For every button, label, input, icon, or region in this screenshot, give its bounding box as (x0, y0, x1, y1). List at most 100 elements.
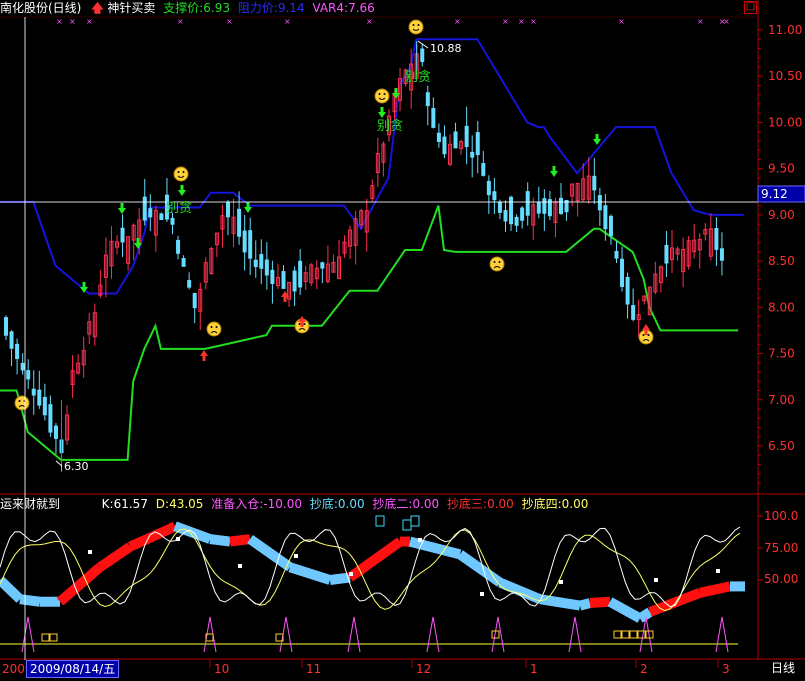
stock-title[interactable]: 南化股份(日线) (0, 1, 81, 15)
x-month-11: 11 (306, 662, 321, 676)
bottom3-value: 0.00 (487, 497, 514, 511)
candle-body (281, 271, 286, 289)
eye (378, 93, 381, 95)
osc-ribbon-blue (637, 607, 653, 623)
ready-value: -10.00 (263, 497, 302, 511)
candle-body (486, 180, 491, 196)
support-value: 6.93 (203, 1, 230, 15)
candle-body (170, 217, 175, 225)
k-label: K: (101, 497, 114, 511)
spike-mark (715, 616, 729, 653)
top-signal-mark: × (697, 17, 704, 26)
candle-body (176, 239, 181, 254)
down-arrow-icon (593, 134, 601, 145)
candle-body (603, 205, 608, 230)
candle-body (453, 131, 458, 149)
d-label: D: (155, 497, 170, 511)
frown-icon (206, 321, 222, 337)
signal-word-1: 别贪 (166, 201, 192, 216)
spike-mark (21, 616, 35, 653)
spike-mark (426, 616, 440, 653)
candle-body (464, 125, 469, 147)
sub-title[interactable]: 运来财就到 (0, 497, 60, 511)
smile-icon (374, 88, 390, 104)
k-marker (480, 592, 484, 596)
osc-ribbon-blue (539, 594, 581, 611)
candle-body (120, 227, 125, 243)
candle-body (614, 250, 619, 259)
up-arrow-icon: 🡅 (91, 1, 104, 15)
top-box (410, 515, 420, 527)
period-button[interactable]: 日线 (763, 660, 803, 676)
down-arrow-icon (178, 185, 186, 196)
main-header: 南化股份(日线) 🡅 神针买卖 支撑价:6.93 阻力价:9.14 VAR4:7… (0, 1, 375, 15)
candle-body (514, 216, 519, 226)
candle-body (475, 132, 480, 156)
price-tick-label: 6.50 (768, 439, 795, 453)
top-signal-mark: × (618, 17, 625, 26)
candle-body (48, 404, 53, 433)
candle-body (15, 343, 20, 359)
x-month-2: 2 (640, 662, 648, 676)
eye (18, 400, 21, 402)
top-signal-mark: × (56, 17, 63, 26)
osc-ribbon-red (347, 537, 403, 582)
candle-body (470, 151, 475, 158)
candle-body (436, 132, 441, 142)
candle-body (320, 262, 325, 269)
candle-body (237, 208, 242, 237)
smile-icon (408, 19, 424, 35)
chart-canvas[interactable]: 11.0010.5010.009.509.008.508.007.507.006… (0, 0, 805, 678)
bottom4-label: 抄底四: (521, 497, 562, 511)
candle-body (481, 163, 486, 176)
bottom4-value: 0.00 (561, 497, 589, 511)
candle-body (31, 388, 36, 396)
candle-body (192, 292, 197, 309)
osc-ribbon-blue (607, 597, 643, 623)
sub-tick-100: 100.0 (764, 509, 798, 523)
close-icon[interactable]: □ (744, 1, 757, 14)
var4-value: 7.66 (348, 1, 375, 15)
candle-body (714, 228, 719, 250)
frown-icon (14, 395, 30, 411)
top-box (402, 519, 412, 531)
eye (498, 261, 501, 263)
eye (417, 24, 420, 26)
bottom-box (613, 630, 622, 639)
osc-ribbon-blue (0, 576, 24, 603)
candle-body (664, 244, 669, 264)
candle-body (597, 195, 602, 211)
candle-body (9, 331, 14, 349)
oscillator-axis (758, 515, 763, 581)
candle-body (181, 258, 186, 267)
sub-header: 运来财就到 K:61.57 D:43.05 准备入仓:-10.00 抄底:0.0… (0, 497, 588, 511)
k-marker (88, 550, 92, 554)
osc-ribbon-blue (408, 536, 462, 560)
candle-body (142, 196, 147, 221)
bottom2-value: 0.00 (412, 497, 440, 511)
resist-label: 阻力价: (237, 1, 278, 15)
bottom2-label: 抄底二: (372, 497, 413, 511)
indicator-name[interactable]: 神针买卖 (107, 1, 155, 15)
osc-ribbon-blue (578, 598, 592, 611)
candle-body (20, 362, 25, 371)
price-tick-label: 7.50 (768, 347, 795, 361)
osc-ribbon-blue (329, 572, 351, 585)
top-box (375, 515, 385, 527)
candle-body (298, 260, 303, 288)
price-tick-label: 10.00 (768, 115, 802, 129)
x-month-10: 10 (214, 662, 229, 676)
bottom-box (621, 630, 630, 639)
eye (215, 326, 218, 328)
top-signal-marks: × × × × × × × × × × × × × ×× (56, 17, 730, 26)
candle-body (159, 213, 164, 220)
trading-chart-window[interactable]: 11.00 10.50 10.00 9.50 9.00 8.50 8.00 7.50 7.00 6… (0, 0, 805, 678)
k-marker (294, 554, 298, 558)
candle-body (592, 175, 597, 191)
eye (177, 171, 180, 173)
candle-body (259, 254, 264, 269)
candle-body (525, 191, 530, 216)
candle-body (292, 270, 297, 292)
smile-icon (173, 166, 189, 182)
price-tick-label: 7.00 (768, 393, 795, 407)
